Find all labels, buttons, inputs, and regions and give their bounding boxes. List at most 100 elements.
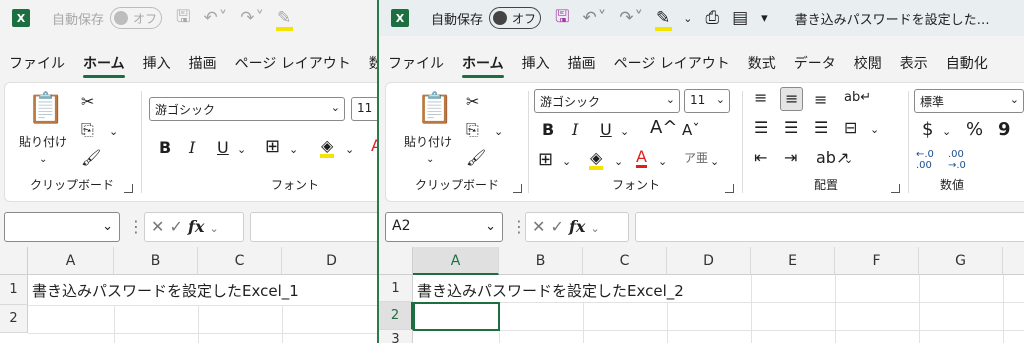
font-family-select[interactable]: 游ゴシック ⌄ <box>149 97 345 121</box>
italic-button[interactable]: I <box>189 139 195 157</box>
increase-font-size-button[interactable]: A^ <box>650 119 677 137</box>
align-top-icon[interactable]: ≡ <box>754 89 767 107</box>
chevron-down-icon[interactable]: ⌄ <box>591 222 600 235</box>
underline-button[interactable]: U <box>217 139 229 157</box>
borders-icon[interactable]: ⊞ <box>265 138 280 156</box>
column-header[interactable]: F <box>835 247 919 275</box>
align-center-icon[interactable]: ☰ <box>784 119 798 137</box>
formula-input[interactable] <box>250 212 377 242</box>
align-middle-icon[interactable]: ≡ <box>780 87 804 111</box>
column-header[interactable] <box>1003 247 1024 275</box>
tab-data[interactable]: データ <box>785 50 845 78</box>
align-bottom-icon[interactable]: ≡ <box>814 91 827 109</box>
enter-icon[interactable]: ✓ <box>170 217 183 236</box>
autosave-toggle[interactable]: オフ <box>110 7 163 29</box>
paste-label[interactable]: 貼り付け <box>404 133 452 151</box>
chevron-down-icon[interactable]: ⌄ <box>562 153 571 171</box>
chevron-down-icon[interactable]: ⌄ <box>39 151 47 169</box>
insert-function-icon[interactable]: fx <box>569 217 585 236</box>
chevron-down-icon[interactable]: ⌄ <box>683 12 693 25</box>
format-painter-icon[interactable]: 🖌 <box>466 149 486 167</box>
undo-icon[interactable]: ↶˅ <box>583 8 608 28</box>
comma-style-button[interactable]: 9 <box>998 121 1011 139</box>
save-icon[interactable]: 🖫 <box>176 4 191 33</box>
column-header[interactable]: G <box>919 247 1003 275</box>
select-all-corner[interactable] <box>0 247 28 275</box>
column-header[interactable]: E <box>751 247 835 275</box>
chevron-down-icon[interactable]: ⌄ <box>658 153 667 171</box>
font-family-select[interactable]: 游ゴシック ⌄ <box>534 89 680 113</box>
tab-formulas[interactable]: 数式 <box>739 50 785 78</box>
form-icon[interactable]: ▤ <box>732 8 749 28</box>
chevron-down-icon[interactable]: ⌄ <box>942 123 951 141</box>
tab-insert[interactable]: 挿入 <box>513 50 559 78</box>
cut-icon[interactable]: ✂ <box>81 93 94 111</box>
borders-icon[interactable]: ⊞ <box>538 151 553 169</box>
column-header[interactable]: C <box>198 247 282 275</box>
paste-icon[interactable]: 📋 <box>27 93 64 125</box>
align-right-icon[interactable]: ☰ <box>814 119 828 137</box>
tab-draw[interactable]: 描画 <box>180 50 226 78</box>
row-header[interactable]: 1 <box>379 275 413 302</box>
column-header[interactable]: A <box>28 247 114 275</box>
highlight-pen-icon[interactable]: ✎ <box>276 8 294 31</box>
print-preview-icon[interactable]: ⎙ <box>705 8 720 28</box>
tab-file[interactable]: ファイル <box>379 50 453 78</box>
tab-page-layout[interactable]: ページ レイアウト <box>605 50 739 78</box>
chevron-down-icon[interactable]: ⌄ <box>289 141 298 159</box>
fill-color-icon[interactable]: ◈ <box>589 149 604 170</box>
dialog-launcher-icon[interactable] <box>513 184 522 193</box>
row-header[interactable]: 2 <box>0 305 28 333</box>
column-header[interactable]: D <box>282 247 377 275</box>
align-left-icon[interactable]: ☰ <box>754 119 768 137</box>
phonetic-guide-icon[interactable]: ア亜 <box>684 149 708 167</box>
row-header[interactable]: 1 <box>0 275 28 305</box>
highlight-pen-icon[interactable]: ✎ <box>655 8 673 31</box>
column-header[interactable]: C <box>583 247 667 275</box>
decrease-indent-icon[interactable]: ⇤ <box>754 149 767 167</box>
tab-review[interactable]: 校閲 <box>845 50 891 78</box>
chevron-down-icon[interactable]: ⌄ <box>345 141 354 159</box>
chevron-down-icon[interactable]: ⌄ <box>870 121 879 139</box>
number-format-select[interactable]: 標準 ⌄ <box>914 89 1024 113</box>
chevron-down-icon[interactable]: ⌄ <box>494 123 503 141</box>
tab-file[interactable]: ファイル <box>0 50 74 78</box>
italic-button[interactable]: I <box>572 121 578 139</box>
font-size-select[interactable]: 11 <box>351 97 377 121</box>
customize-toolbar-icon[interactable]: ▾ <box>761 11 769 26</box>
bold-button[interactable]: B <box>159 139 171 157</box>
copy-icon[interactable]: ⎘ <box>81 121 94 139</box>
dialog-launcher-icon[interactable] <box>124 184 133 193</box>
chevron-down-icon[interactable]: ⌄ <box>844 151 853 169</box>
tab-automate[interactable]: 自動化 <box>937 50 997 78</box>
merge-center-icon[interactable]: ⊟ <box>844 119 857 137</box>
insert-function-icon[interactable]: fx <box>188 217 204 236</box>
row-header[interactable]: 2 <box>379 302 413 330</box>
font-color-icon[interactable]: A <box>636 149 647 168</box>
tab-page-layout[interactable]: ページ レイアウト <box>226 50 360 78</box>
tab-view[interactable]: 表示 <box>891 50 937 78</box>
redo-icon[interactable]: ↷˅ <box>619 8 644 28</box>
tab-insert[interactable]: 挿入 <box>134 50 180 78</box>
chevron-down-icon[interactable]: ⌄ <box>237 141 246 159</box>
save-icon[interactable]: 🖫 <box>555 4 570 33</box>
cancel-icon[interactable]: ✕ <box>532 217 545 236</box>
cut-icon[interactable]: ✂ <box>466 93 479 111</box>
formula-input[interactable] <box>635 212 1024 242</box>
tab-home[interactable]: ホーム <box>453 50 513 78</box>
wrap-text-icon[interactable]: ab↵ <box>844 89 871 107</box>
dialog-launcher-icon[interactable] <box>725 184 734 193</box>
currency-button[interactable]: $ <box>922 121 933 139</box>
column-header[interactable]: B <box>114 247 198 275</box>
tab-home[interactable]: ホーム <box>74 50 134 78</box>
percent-button[interactable]: % <box>966 121 983 139</box>
selected-cell-a2[interactable] <box>413 302 500 331</box>
increase-decimal-button[interactable]: ←.0 .00 <box>916 149 934 171</box>
chevron-down-icon[interactable]: ⌄ <box>614 153 623 171</box>
chevron-down-icon[interactable]: ⌄ <box>426 151 434 169</box>
fill-color-icon[interactable]: ◈ <box>320 137 335 158</box>
cancel-icon[interactable]: ✕ <box>151 217 164 236</box>
cell-a1[interactable]: 書き込みパスワードを設定したExcel_2 <box>417 280 684 301</box>
decrease-font-size-button[interactable]: Aˇ <box>682 121 700 139</box>
dialog-launcher-icon[interactable] <box>891 184 900 193</box>
